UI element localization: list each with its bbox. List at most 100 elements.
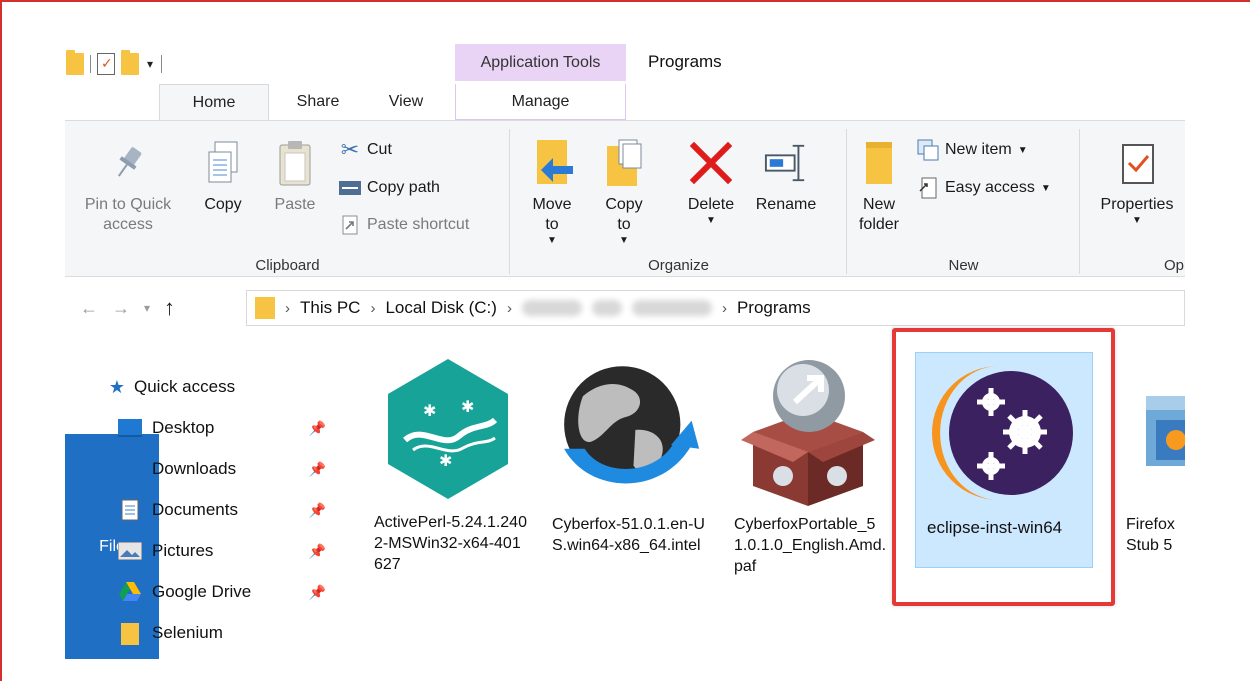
nav-label: Documents [152, 500, 238, 519]
pin-to-quick-access-button[interactable]: Pin to Quick access [73, 135, 183, 235]
rename-button[interactable]: Rename [748, 135, 824, 215]
file-name: ActivePerl-5.24.1.2402-MSWin32-x64-40162… [374, 514, 527, 573]
easy-access-button[interactable]: Easy access ▼ [917, 177, 1051, 199]
organize-group: Move to ▼ Copy to ▼ Delete ▼ Rename Orga… [510, 121, 847, 278]
nav-label: Selenium [152, 623, 223, 642]
highlight-box [892, 328, 1115, 606]
nav-item-downloads[interactable]: Downloads 📌 [118, 452, 332, 486]
properties-button[interactable]: Properties ▼ [1090, 135, 1184, 227]
delete-label: Delete [687, 196, 735, 213]
tab-home[interactable]: Home [159, 84, 269, 121]
move-to-label: Move to [532, 196, 572, 233]
new-item-button[interactable]: New item ▼ [917, 139, 1028, 161]
blurred-breadcrumb [521, 300, 582, 316]
rename-icon [764, 135, 808, 191]
dropdown-arrow-icon: ▼ [619, 235, 629, 246]
dropdown-arrow-icon: ▼ [1017, 144, 1028, 156]
organize-group-label: Organize [648, 257, 709, 274]
paste-shortcut-icon [339, 214, 361, 236]
copy-icon [201, 135, 245, 191]
move-to-button[interactable]: Move to ▼ [520, 135, 584, 247]
delete-x-icon [689, 135, 733, 191]
forward-arrow-icon[interactable]: → [112, 298, 130, 319]
folder-icon[interactable] [66, 50, 84, 75]
cut-button[interactable]: ✂ Cut [339, 137, 392, 162]
nav-item-quick-access[interactable]: ★ Quick access [108, 370, 340, 404]
new-folder-icon [857, 135, 901, 191]
cut-label: Cut [367, 141, 392, 158]
desktop-icon [118, 417, 142, 439]
ribbon: Pin to Quick access Copy Paste ✂ Cut Cop… [65, 120, 1185, 277]
move-to-icon [530, 135, 574, 191]
cyberfox-portable-box-icon [733, 350, 883, 510]
pin-icon [106, 135, 150, 191]
chevron-right-icon[interactable]: › [285, 300, 290, 317]
scissors-icon: ✂ [340, 137, 360, 162]
file-name: Cyberfox-51.0.1.en-US.win64-x86_64.intel [552, 516, 705, 554]
nav-item-pictures[interactable]: Pictures 📌 [118, 534, 332, 568]
customize-toolbar-icon[interactable]: ▾ [145, 57, 155, 71]
chevron-right-icon[interactable]: › [507, 300, 512, 317]
pin-icon[interactable]: 📌 [309, 543, 326, 560]
svg-text:✱: ✱ [423, 401, 436, 420]
up-arrow-icon[interactable]: ↑ [164, 295, 175, 321]
dropdown-arrow-icon: ▼ [1132, 215, 1142, 226]
dropdown-arrow-icon: ▼ [706, 215, 716, 226]
activeperl-icon: ✱ ✱ ✱ [373, 350, 523, 508]
pin-icon[interactable]: 📌 [309, 502, 326, 519]
file-item-activeperl[interactable]: ✱ ✱ ✱ ActivePerl-5.24.1.2402-MSWin32-x64-4… [368, 350, 528, 575]
tab-view[interactable]: View [371, 84, 441, 120]
file-item-firefox-installer[interactable]: Firefox Stub 5 [1118, 350, 1185, 575]
nav-item-selenium[interactable]: Selenium [118, 616, 332, 650]
paste-shortcut-button[interactable]: Paste shortcut [339, 214, 469, 236]
new-folder-icon[interactable] [121, 50, 139, 75]
file-item-cyberfox[interactable]: Cyberfox-51.0.1.en-US.win64-x86_64.intel [546, 350, 706, 575]
dropdown-arrow-icon: ▼ [1040, 182, 1051, 194]
new-item-icon [917, 139, 939, 161]
folder-icon [255, 297, 275, 319]
copy-path-button[interactable]: Copy path [339, 177, 440, 199]
chevron-right-icon[interactable]: › [370, 300, 375, 317]
breadcrumb-local-disk[interactable]: Local Disk (C:) [385, 298, 496, 318]
copy-button[interactable]: Copy [193, 135, 253, 215]
paste-shortcut-label: Paste shortcut [367, 216, 470, 233]
document-icon [118, 499, 142, 521]
nav-item-google-drive[interactable]: Google Drive 📌 [118, 575, 332, 609]
pin-icon[interactable]: 📌 [309, 461, 326, 478]
file-item-cyberfox-portable[interactable]: CyberfoxPortable_51.0.1.0_English.Amd.pa… [728, 350, 888, 575]
properties-label: Properties [1100, 196, 1174, 213]
paste-button[interactable]: Paste [263, 135, 327, 215]
address-bar[interactable]: › This PC › Local Disk (C:) › › Programs [246, 290, 1185, 326]
star-icon: ★ [108, 376, 126, 397]
tab-manage[interactable]: Manage [455, 84, 626, 120]
window-title: Programs [648, 52, 722, 71]
folder-icon [118, 622, 142, 645]
chevron-right-icon[interactable]: › [722, 300, 727, 317]
copy-to-button[interactable]: Copy to ▼ [594, 135, 654, 247]
breadcrumb-programs[interactable]: Programs [737, 298, 811, 318]
delete-button[interactable]: Delete ▼ [676, 135, 746, 227]
paste-label: Paste [274, 196, 316, 213]
clipboard-group: Pin to Quick access Copy Paste ✂ Cut Cop… [65, 121, 510, 278]
google-drive-icon [118, 581, 142, 603]
nav-label: Downloads [152, 459, 237, 478]
nav-item-desktop[interactable]: Desktop 📌 [118, 411, 332, 445]
blurred-breadcrumb [591, 300, 622, 316]
nav-label: Desktop [152, 418, 215, 437]
breadcrumb-this-pc[interactable]: This PC [300, 298, 360, 318]
new-folder-button[interactable]: New folder [851, 135, 907, 235]
file-name: Firefox Stub 5 [1126, 516, 1175, 554]
open-group: Properties ▼ Op [1080, 121, 1185, 278]
ribbon-tabs: File Home Share View Manage [65, 84, 1185, 659]
nav-item-documents[interactable]: Documents 📌 [118, 493, 332, 527]
recent-locations-icon[interactable]: ▾ [144, 301, 150, 315]
contextual-tab-header: Application Tools [455, 44, 626, 81]
open-group-label: Op [1164, 257, 1185, 274]
properties-icon[interactable] [97, 53, 115, 75]
easy-access-icon [917, 177, 939, 199]
pin-icon[interactable]: 📌 [309, 584, 326, 601]
back-arrow-icon[interactable]: ← [80, 298, 98, 319]
pin-icon[interactable]: 📌 [309, 420, 326, 437]
tab-share[interactable]: Share [278, 84, 358, 120]
navigation-buttons: ← → ▾ ↑ [80, 294, 175, 322]
